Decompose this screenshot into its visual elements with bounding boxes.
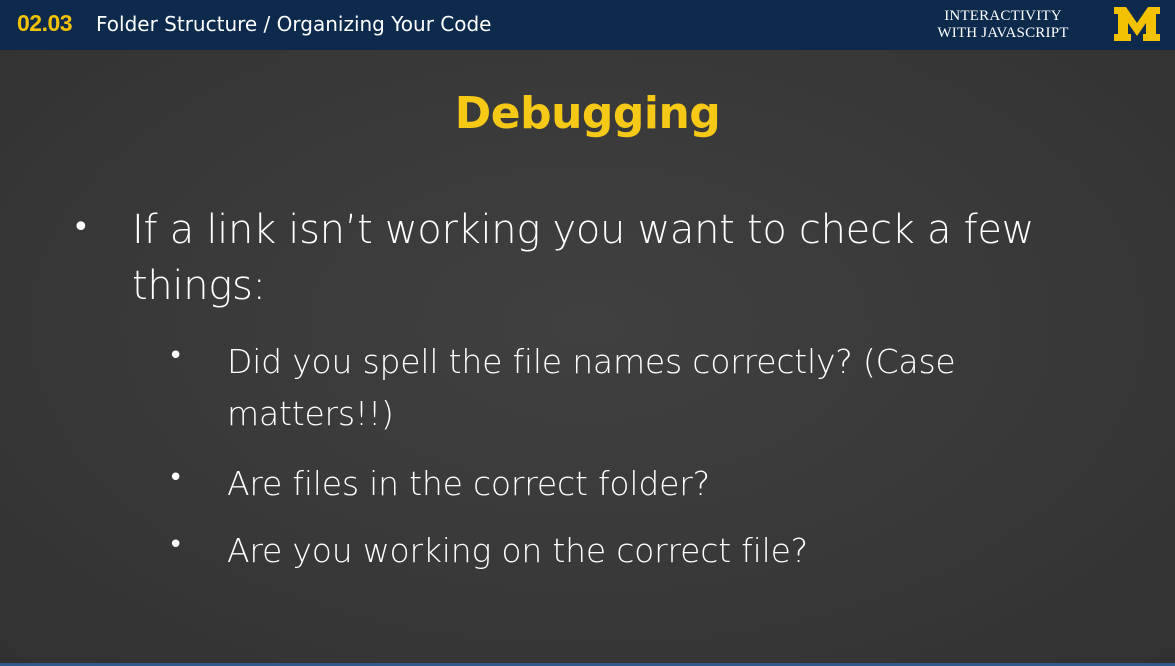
header-bar: 02.03 Folder Structure / Organizing Your… [0,0,1175,50]
lesson-title: Folder Structure / Organizing Your Code [96,12,492,36]
bullet-item: If a link isn’t working you want to chec… [132,207,1035,309]
bullet-dot: • [72,210,90,245]
sub-bullet-dot: • [168,341,184,371]
sub-bullet-item: Are you working on the correct file? [227,531,808,570]
sub-bullet-dot: • [168,530,184,560]
sub-bullet-item: Did you spell the file names correctly? … [227,342,956,433]
slide-body: Debugging • If a link isn’t working you … [0,50,1175,663]
university-logo-icon [1114,7,1160,41]
course-name: INTERACTIVITY WITH JAVASCRIPT [920,8,1086,42]
sub-bullet-dot: • [168,463,184,493]
course-name-line-1: INTERACTIVITY [944,8,1062,24]
course-name-line-2: WITH JAVASCRIPT [937,25,1069,41]
lesson-number: 02.03 [17,10,73,36]
slide-title: Debugging [454,88,721,139]
sub-bullet-item: Are files in the correct folder? [227,464,710,503]
